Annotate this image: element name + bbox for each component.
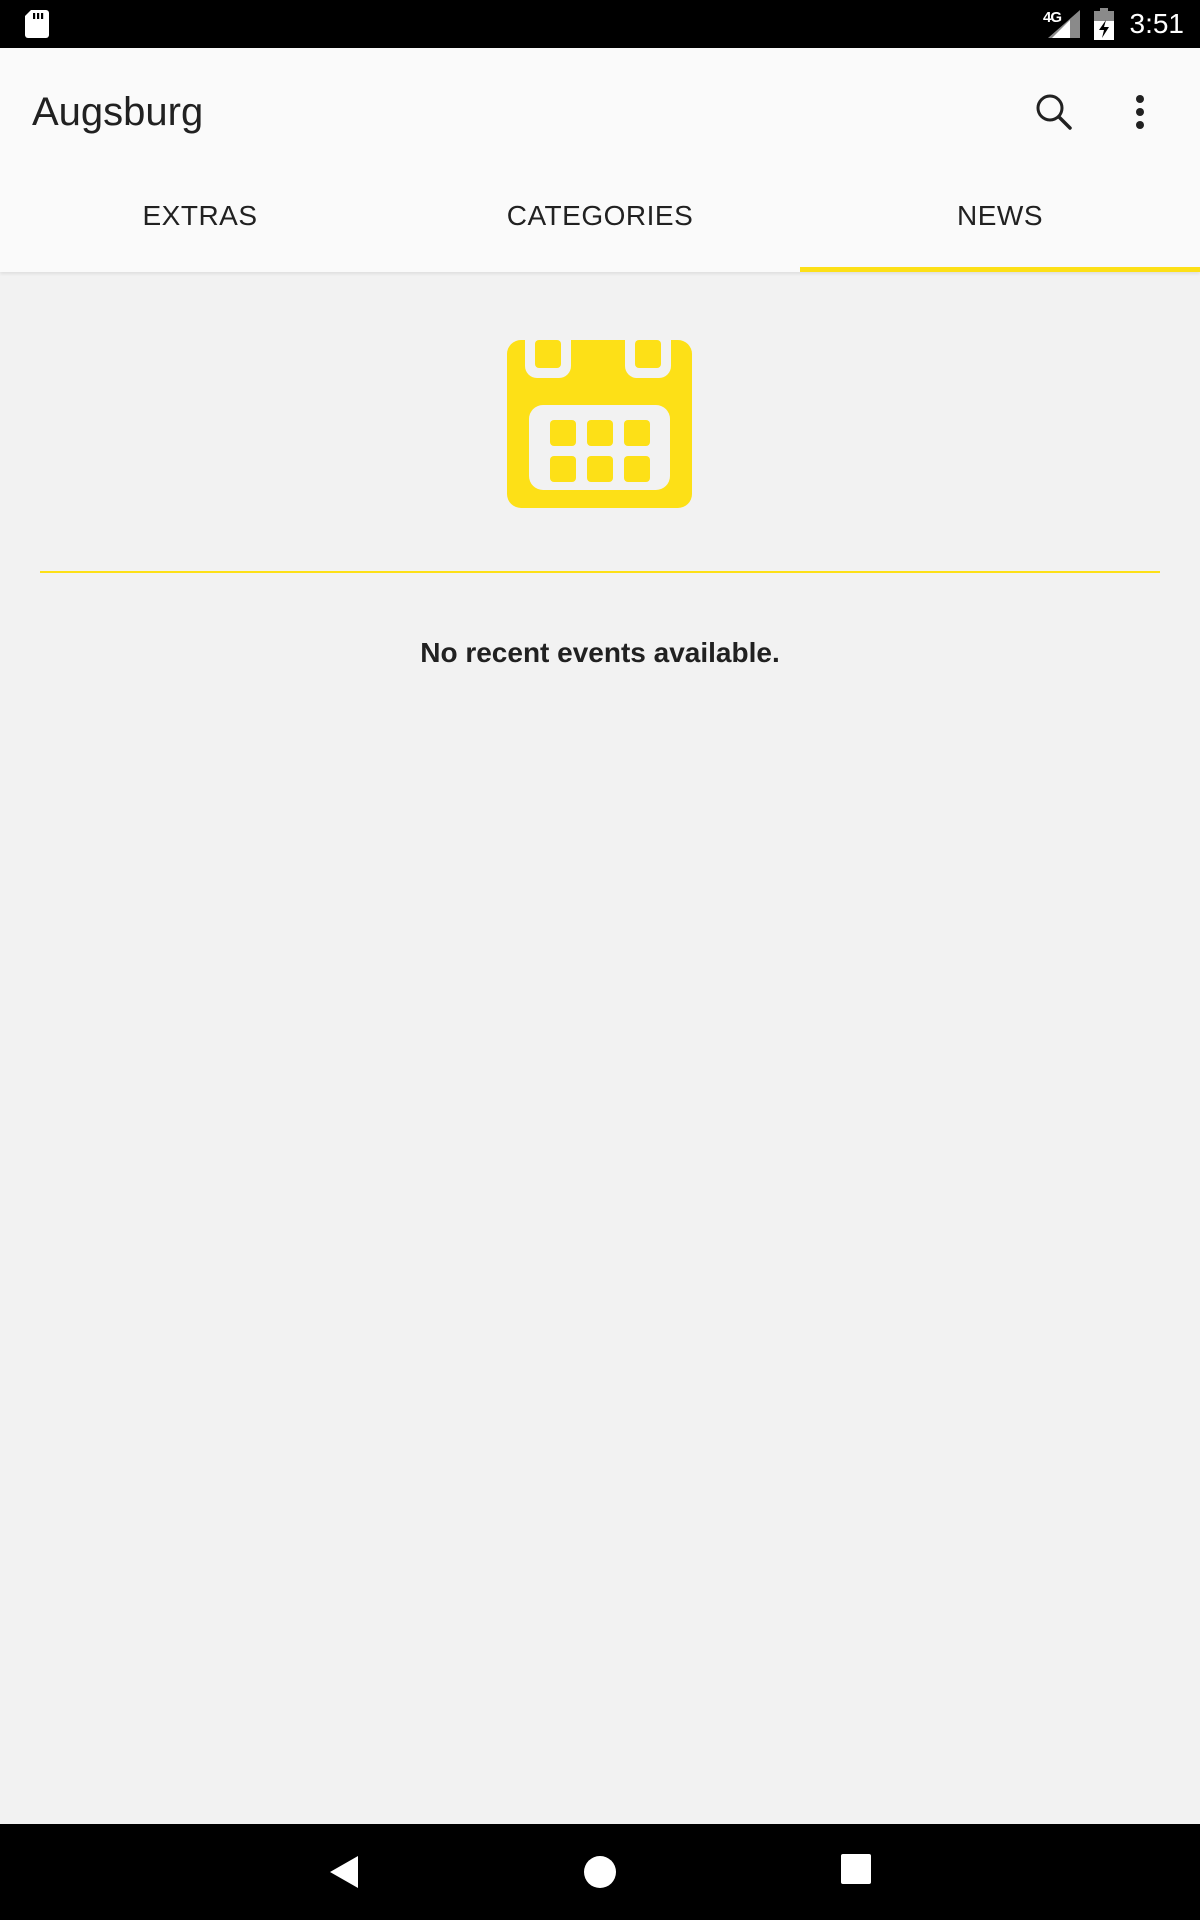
tab-news[interactable]: NEWS xyxy=(800,160,1200,272)
news-content: No recent events available. xyxy=(0,272,1200,1824)
app-bar: Augsburg EXTRAS CATEGORIES NEWS xyxy=(0,48,1200,272)
more-options-button[interactable] xyxy=(1116,88,1164,136)
sd-card-icon xyxy=(25,10,49,38)
back-icon[interactable] xyxy=(326,1852,366,1892)
accent-divider xyxy=(40,571,1160,573)
calendar-icon xyxy=(507,340,692,508)
navigation-bar xyxy=(0,1824,1200,1920)
search-button[interactable] xyxy=(1030,88,1078,136)
tab-categories[interactable]: CATEGORIES xyxy=(400,160,800,272)
tab-bar: EXTRAS CATEGORIES NEWS xyxy=(0,160,1200,272)
tab-extras[interactable]: EXTRAS xyxy=(0,160,400,272)
app-title: Augsburg xyxy=(32,90,204,134)
screen: 4G 3:51 Augsburg EXTRAS CATEGORIES NEWS … xyxy=(0,0,1200,1920)
more-vert-icon xyxy=(1136,95,1144,129)
search-icon xyxy=(1036,94,1072,130)
status-bar: 4G 3:51 xyxy=(0,0,1200,48)
signal-icon xyxy=(1048,10,1080,38)
recents-icon[interactable] xyxy=(840,1853,872,1885)
battery-charging-icon xyxy=(1094,8,1114,40)
status-clock: 3:51 xyxy=(1129,8,1185,39)
empty-state-message: No recent events available. xyxy=(420,637,780,668)
home-icon[interactable] xyxy=(580,1852,620,1892)
